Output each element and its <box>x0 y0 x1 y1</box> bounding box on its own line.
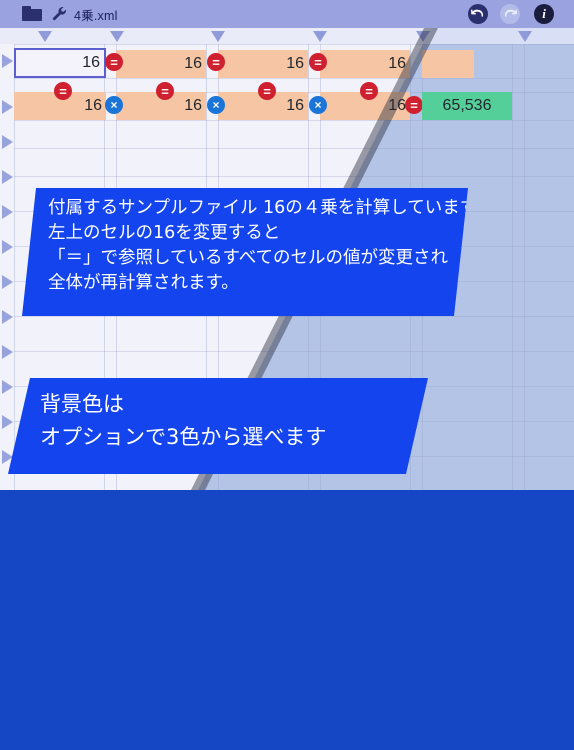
cell-value[interactable]: 16 <box>320 50 410 78</box>
row-handle[interactable] <box>2 275 13 289</box>
title-bar: 4乗.xml i <box>0 0 574 28</box>
keyboard-panel: AUTO <box>0 490 574 750</box>
row-handle[interactable] <box>2 415 13 429</box>
column-handle[interactable] <box>518 31 532 42</box>
folder-icon[interactable] <box>22 6 42 21</box>
cell-value[interactable]: 16 <box>14 92 106 120</box>
equals-badge[interactable]: = <box>105 53 123 71</box>
cell-value[interactable]: 16 <box>218 50 308 78</box>
selected-cell[interactable]: 16 <box>14 48 106 78</box>
result-cell[interactable]: 65,536 <box>422 92 512 120</box>
column-handle[interactable] <box>110 31 124 42</box>
row-handle[interactable] <box>2 205 13 219</box>
info-glyph: i <box>542 6 546 21</box>
column-handle[interactable] <box>211 31 225 42</box>
row-handle[interactable] <box>2 54 13 68</box>
column-header-row[interactable] <box>0 28 574 44</box>
info-icon[interactable]: i <box>534 4 554 24</box>
cell-value[interactable]: 16 <box>116 92 206 120</box>
app-root: 4乗.xml i 16 16 16 16 = = = = = = = 16 16… <box>0 0 574 750</box>
equals-badge-glyph: = <box>314 54 322 70</box>
file-name-label: 4乗.xml <box>74 9 118 23</box>
row-handle[interactable] <box>2 240 13 254</box>
redo-icon[interactable] <box>500 4 520 24</box>
times-badge-glyph: × <box>314 98 322 112</box>
wrench-icon[interactable] <box>51 5 69 23</box>
equals-badge-glyph: = <box>212 54 220 70</box>
callout-formula-text: 付属するサンプルファイル 16の４乗を計算しています。 左上のセルの16を変更す… <box>48 198 494 293</box>
cell-value[interactable]: 16 <box>218 92 308 120</box>
undo-icon[interactable] <box>468 4 488 24</box>
row-handle[interactable] <box>2 170 13 184</box>
equals-badge[interactable]: = <box>207 53 225 71</box>
column-handle[interactable] <box>313 31 327 42</box>
times-badge-glyph: × <box>212 98 220 112</box>
row-handle[interactable] <box>2 135 13 149</box>
callout-background-text: 背景色は オプションで3色から選べます <box>40 392 327 449</box>
spreadsheet-area[interactable]: 16 16 16 16 = = = = = = = 16 16 16 16 × … <box>0 28 574 490</box>
equals-badge-glyph: = <box>410 97 418 113</box>
row-handle[interactable] <box>2 380 13 394</box>
times-badge[interactable]: × <box>309 96 327 114</box>
equals-badge[interactable]: = <box>309 53 327 71</box>
times-badge-glyph: × <box>110 98 118 112</box>
column-handle[interactable] <box>38 31 52 42</box>
row-handle[interactable] <box>2 345 13 359</box>
times-badge[interactable]: × <box>105 96 123 114</box>
row-handle[interactable] <box>2 100 13 114</box>
times-badge[interactable]: × <box>207 96 225 114</box>
callout-formula-explanation: 付属するサンプルファイル 16の４乗を計算しています。 左上のセルの16を変更す… <box>22 188 468 316</box>
cell-value[interactable]: 16 <box>116 50 206 78</box>
callout-background-color: 背景色は オプションで3色から選べます <box>8 378 428 474</box>
equals-badge[interactable]: = <box>405 96 423 114</box>
equals-badge-glyph: = <box>110 54 118 70</box>
row-handle[interactable] <box>2 310 13 324</box>
